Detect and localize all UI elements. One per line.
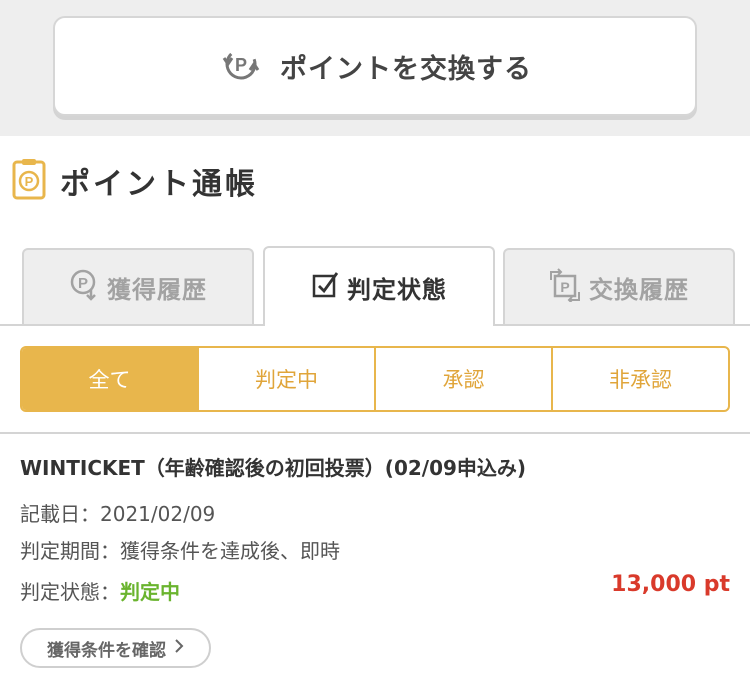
tab-earn-history-label: 獲得履歴	[107, 275, 207, 304]
section-title: P ポイント通帳	[12, 158, 258, 204]
exchange-points-button[interactable]: P ポイントを交換する	[53, 16, 697, 116]
entry-points: 13,000 pt	[611, 572, 730, 597]
exchange-points-label: ポイントを交換する	[280, 53, 532, 85]
filter-pending[interactable]: 判定中	[197, 348, 374, 410]
divider	[0, 432, 750, 434]
status-badge: 判定中	[120, 580, 180, 604]
passbook-icon: P	[12, 158, 46, 204]
check-conditions-button[interactable]: 獲得条件を確認	[20, 628, 211, 668]
entry-period: 獲得条件を達成後、即時	[120, 539, 340, 563]
tab-exchange-history[interactable]: P 交換履歴	[503, 248, 735, 324]
entry-period-label: 判定期間：	[20, 539, 120, 563]
page-title: ポイント通帳	[60, 167, 258, 202]
entry-status-row: 判定状態：判定中	[20, 576, 180, 605]
svg-text:P: P	[78, 275, 88, 292]
point-exchange-icon: P	[549, 268, 581, 306]
entry-date: 2021/02/09	[100, 502, 216, 526]
tab-bar: P 獲得履歴 判定状態 P 交換履歴	[0, 246, 750, 326]
entry-date-row: 記載日：2021/02/09	[20, 498, 215, 527]
svg-text:P: P	[235, 55, 247, 75]
entry-title: WINTICKET（年齢確認後の初回投票）(02/09申込み)	[20, 456, 527, 480]
entry-status-label: 判定状態：	[20, 580, 120, 604]
status-filter-group: 全て 判定中 承認 非承認	[20, 346, 730, 412]
chevron-right-icon	[174, 638, 184, 659]
checkbox-icon	[311, 270, 339, 304]
entry-period-row: 判定期間：獲得条件を達成後、即時	[20, 535, 340, 564]
entry-date-label: 記載日：	[20, 502, 100, 526]
svg-text:P: P	[25, 174, 34, 189]
tab-exchange-history-label: 交換履歴	[589, 275, 689, 304]
filter-rejected[interactable]: 非承認	[551, 348, 728, 410]
filter-all[interactable]: 全て	[22, 348, 197, 410]
point-exchange-icon: P	[218, 44, 264, 88]
svg-text:P: P	[560, 279, 569, 295]
tab-judgment-status-label: 判定状態	[347, 275, 447, 304]
check-conditions-label: 獲得条件を確認	[47, 640, 166, 661]
point-earn-icon: P	[69, 268, 99, 306]
tab-judgment-status[interactable]: 判定状態	[263, 246, 495, 326]
tab-earn-history[interactable]: P 獲得履歴	[22, 248, 254, 324]
filter-approved[interactable]: 承認	[374, 348, 551, 410]
